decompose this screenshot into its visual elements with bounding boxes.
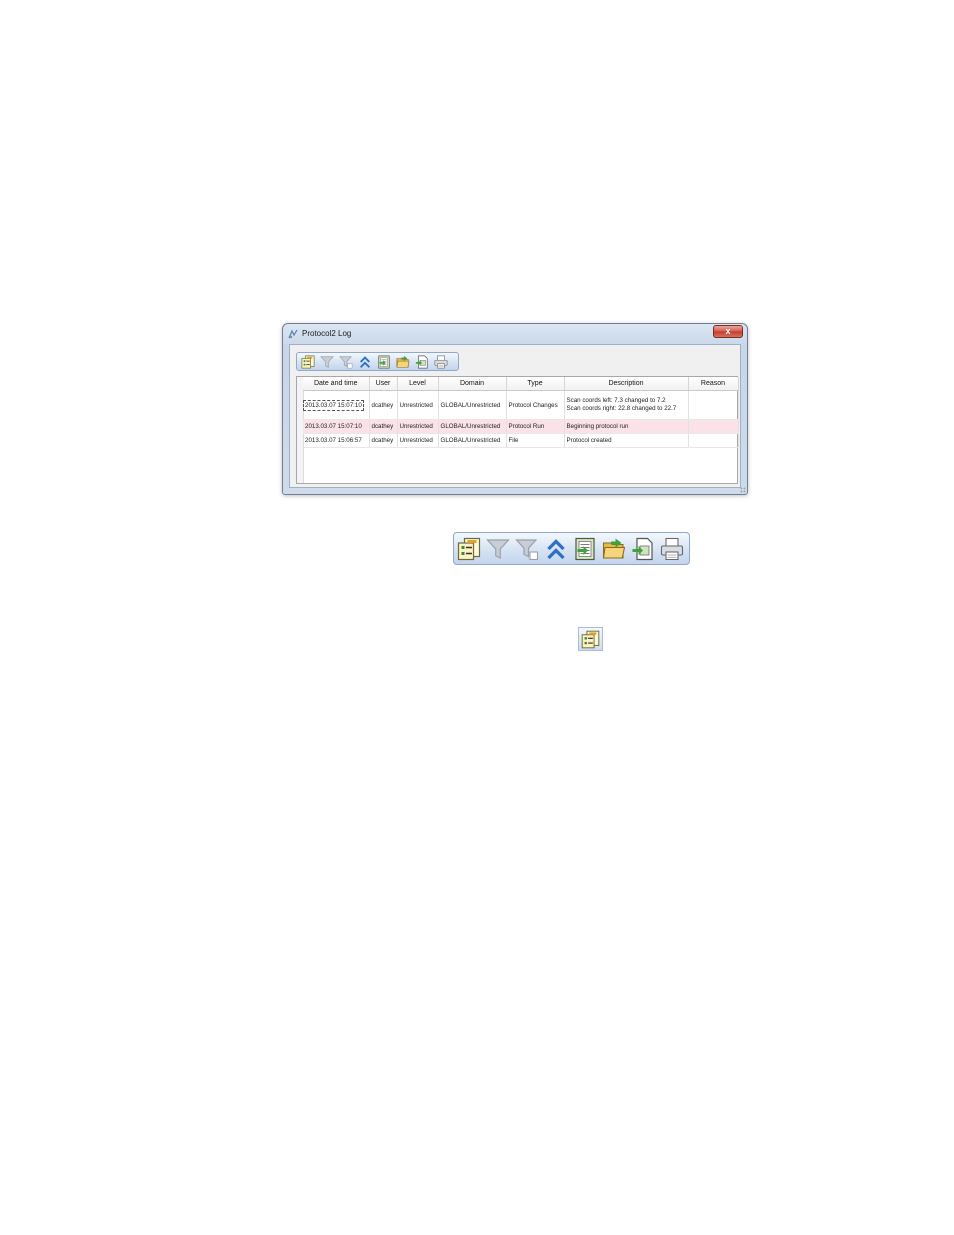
cell-level[interactable]: Unrestricted xyxy=(397,419,439,434)
protocol-log-window: Protocol2 Log x Date and time User Level… xyxy=(282,323,748,495)
resize-grip[interactable] xyxy=(740,487,746,493)
description-line: Scan coords left: 7.3 changed to 7.2 xyxy=(566,397,666,404)
table-row-selected[interactable]: 2013.03.07 15:07:10 dcathey Unrestricted… xyxy=(303,419,739,434)
cell-domain[interactable]: GLOBAL/Unrestricted xyxy=(438,419,507,434)
export-icon xyxy=(573,537,597,561)
choose-columns-button[interactable] xyxy=(456,535,482,563)
collapse-all-button[interactable] xyxy=(543,535,569,563)
column-header-description[interactable]: Description xyxy=(564,377,689,391)
table-row[interactable]: 2013.03.07 15:06:57 dcathey Unrestricted… xyxy=(303,433,739,448)
choose-columns-button-enlarged[interactable] xyxy=(578,627,603,651)
column-header-type[interactable]: Type xyxy=(506,377,565,391)
filter-button[interactable] xyxy=(318,354,335,370)
import-button[interactable] xyxy=(413,354,430,370)
cell-type[interactable]: Protocol Run xyxy=(506,419,565,434)
open-folder-icon xyxy=(396,355,410,369)
cell-domain[interactable]: GLOBAL/Unrestricted xyxy=(438,390,507,420)
print-button[interactable] xyxy=(659,535,685,563)
cell-description[interactable]: Protocol created xyxy=(564,433,689,448)
log-grid: Date and time User Level Domain Type Des… xyxy=(296,376,739,484)
cell-reason[interactable] xyxy=(688,433,739,448)
column-header-date[interactable]: Date and time xyxy=(303,377,370,391)
cell-date[interactable]: 2013.03.07 15:07:10 xyxy=(303,390,370,420)
cell-description[interactable]: Scan coords left: 7.3 changed to 7.2 Sca… xyxy=(564,390,689,420)
log-table: Date and time User Level Domain Type Des… xyxy=(303,377,739,448)
cell-user[interactable]: dcathey xyxy=(369,433,398,448)
cell-reason[interactable] xyxy=(688,390,739,420)
clear-filter-button[interactable] xyxy=(514,535,540,563)
open-folder-icon xyxy=(602,537,626,561)
open-folder-button[interactable] xyxy=(601,535,627,563)
table-row[interactable]: 2013.03.07 15:07:10 dcathey Unrestricted… xyxy=(303,390,739,420)
print-button[interactable] xyxy=(432,354,449,370)
export-button[interactable] xyxy=(375,354,392,370)
column-header-level[interactable]: Level xyxy=(397,377,439,391)
cell-user[interactable]: dcathey xyxy=(369,390,398,420)
column-header-domain[interactable]: Domain xyxy=(438,377,507,391)
description-line: Scan coords right: 22.8 changed to 22.7 xyxy=(566,405,677,412)
collapse-all-icon xyxy=(544,537,568,561)
title-bar[interactable]: Protocol2 Log x xyxy=(283,324,747,344)
cell-level[interactable]: Unrestricted xyxy=(397,433,439,448)
cell-domain[interactable]: GLOBAL/Unrestricted xyxy=(438,433,507,448)
cell-type[interactable]: Protocol Changes xyxy=(506,390,565,420)
import-icon xyxy=(415,355,429,369)
cell-date[interactable]: 2013.03.07 15:06:57 xyxy=(303,433,370,448)
export-icon xyxy=(377,355,391,369)
import-button[interactable] xyxy=(630,535,656,563)
close-button[interactable]: x xyxy=(713,325,743,338)
cell-reason[interactable] xyxy=(688,419,739,434)
clear-filter-button[interactable] xyxy=(337,354,354,370)
window-content: Date and time User Level Domain Type Des… xyxy=(289,344,741,488)
cell-date[interactable]: 2013.03.07 15:07:10 xyxy=(303,419,370,434)
import-icon xyxy=(631,537,655,561)
window-title: Protocol2 Log xyxy=(302,329,352,338)
print-icon xyxy=(434,355,448,369)
cell-type[interactable]: File xyxy=(506,433,565,448)
cell-description[interactable]: Beginning protocol run xyxy=(564,419,689,434)
column-header-reason[interactable]: Reason xyxy=(688,377,739,391)
column-header-user[interactable]: User xyxy=(369,377,398,391)
table-header-row: Date and time User Level Domain Type Des… xyxy=(303,377,739,391)
cell-user[interactable]: dcathey xyxy=(369,419,398,434)
toolbar xyxy=(296,352,459,371)
choose-columns-icon xyxy=(457,537,481,561)
collapse-all-icon xyxy=(358,355,372,369)
clear-filter-icon xyxy=(339,355,353,369)
cell-level[interactable]: Unrestricted xyxy=(397,390,439,420)
filter-icon xyxy=(320,355,334,369)
close-icon: x xyxy=(725,326,731,336)
filter-icon xyxy=(486,537,510,561)
choose-columns-icon xyxy=(581,630,600,649)
export-button[interactable] xyxy=(572,535,598,563)
collapse-all-button[interactable] xyxy=(356,354,373,370)
toolbar-enlarged xyxy=(453,532,690,565)
print-icon xyxy=(660,537,684,561)
clear-filter-icon xyxy=(515,537,539,561)
filter-button[interactable] xyxy=(485,535,511,563)
choose-columns-button[interactable] xyxy=(299,354,316,370)
open-folder-button[interactable] xyxy=(394,354,411,370)
protocol-log-icon xyxy=(288,329,298,339)
choose-columns-icon xyxy=(301,355,315,369)
